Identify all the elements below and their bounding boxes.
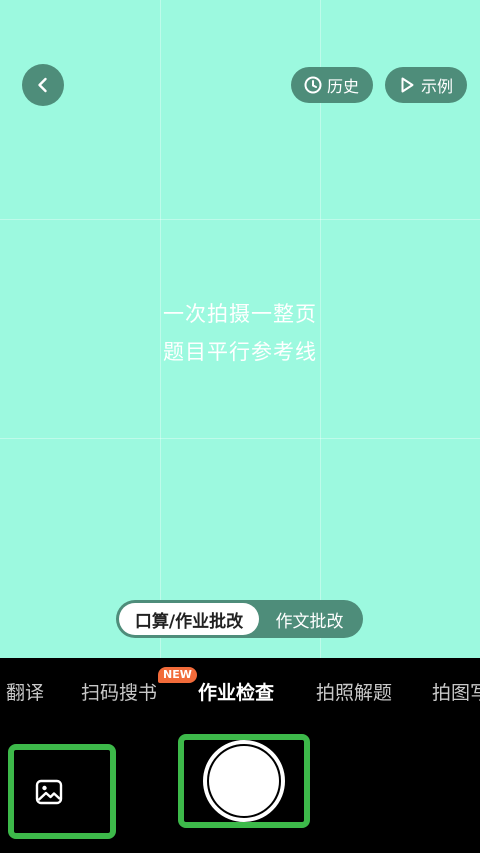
tab-translate[interactable]: 翻译 — [6, 678, 44, 705]
example-label: 示例 — [421, 77, 454, 96]
history-label: 历史 — [327, 77, 360, 96]
tab-photo-solve[interactable]: 拍照解题 — [316, 678, 392, 705]
play-icon — [401, 77, 414, 93]
tab-photo-write[interactable]: 拍图写 — [432, 678, 480, 705]
bottom-panel: 翻译 扫码搜书 NEW 作业检查 拍照解题 拍图写 — [0, 658, 480, 853]
shutter-ring — [203, 740, 285, 822]
gallery-button[interactable] — [8, 744, 116, 839]
history-button[interactable]: 历史 — [291, 67, 373, 103]
image-icon — [35, 779, 63, 804]
new-badge: NEW — [158, 667, 197, 683]
capture-hint-line2: 题目平行参考线 — [163, 340, 317, 364]
shutter-core — [209, 746, 279, 816]
grid-line — [0, 219, 480, 220]
tab-homework-check[interactable]: 作业检查 — [198, 678, 274, 705]
camera-viewfinder[interactable]: 历史 示例 一次拍摄一整页 题目平行参考线 口算/作业批改 作文批改 — [0, 0, 480, 658]
tab-scan-book[interactable]: 扫码搜书 — [81, 678, 157, 705]
shutter-button[interactable] — [178, 734, 310, 828]
mode-arithmetic-homework[interactable]: 口算/作业批改 — [119, 603, 259, 635]
back-button[interactable] — [22, 64, 64, 106]
clock-icon — [304, 76, 322, 94]
capture-hint-line1: 一次拍摄一整页 — [163, 302, 317, 326]
grid-line — [160, 0, 161, 658]
mode-tabs: 翻译 扫码搜书 NEW 作业检查 拍照解题 拍图写 — [0, 658, 480, 720]
chevron-left-icon — [38, 77, 47, 93]
mode-switch: 口算/作业批改 作文批改 — [116, 600, 363, 638]
mode-essay-grading[interactable]: 作文批改 — [259, 603, 360, 635]
example-button[interactable]: 示例 — [385, 67, 467, 103]
grid-line — [0, 438, 480, 439]
